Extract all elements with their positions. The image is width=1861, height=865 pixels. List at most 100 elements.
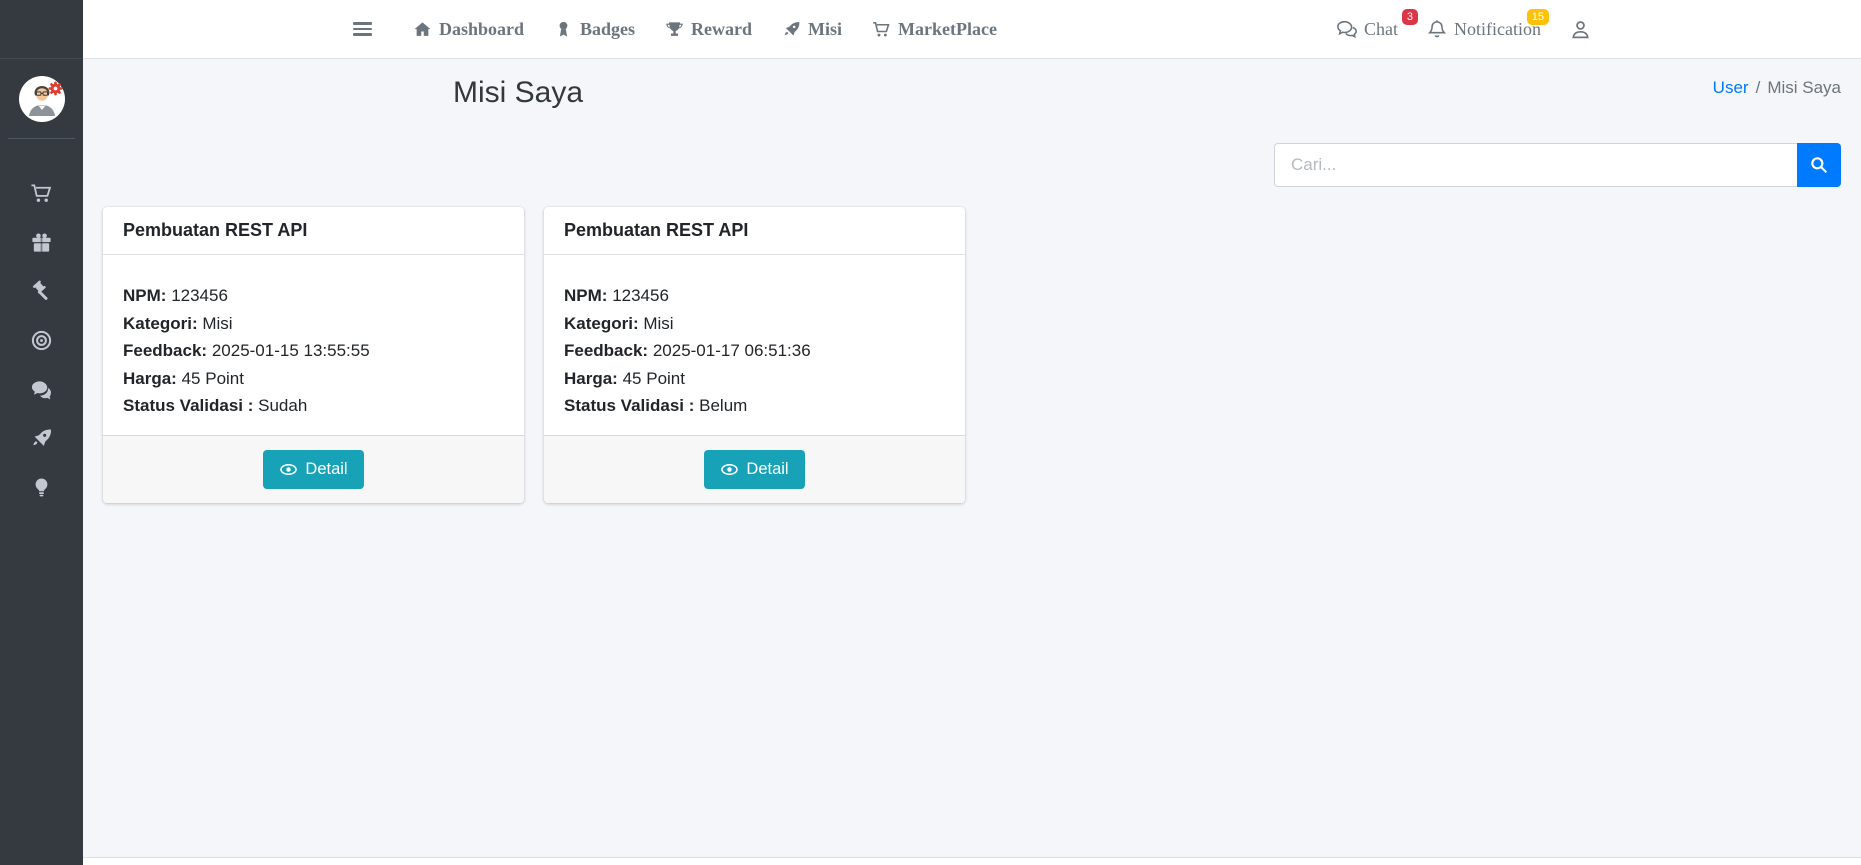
search-button[interactable] [1797,143,1841,187]
nav-item-reward[interactable]: Reward [650,19,767,40]
field-row: Harga: 45 Point [564,365,945,393]
detail-button[interactable]: Detail [704,450,804,489]
lightbulb-icon [30,476,53,499]
app-window: Dashboard Badges Reward [0,0,1861,865]
top-navbar: Dashboard Badges Reward [83,0,1861,59]
field-label: Kategori: [564,314,639,333]
field-row: Kategori: Misi [123,310,504,338]
field-label: NPM: [123,286,166,305]
card-footer: Detail [544,435,965,503]
ribbon-icon [554,20,573,39]
user-icon [1569,18,1592,41]
breadcrumb-link-user[interactable]: User [1713,78,1749,97]
field-label: Feedback: [123,341,207,360]
field-label: Feedback: [564,341,648,360]
field-value: Belum [699,396,747,415]
nav-item-label: MarketPlace [898,19,997,40]
mission-card: Pembuatan REST API NPM: 123456 Kategori:… [544,207,965,503]
field-value: 2025-01-17 06:51:36 [653,341,811,360]
chat-button[interactable]: Chat 3 [1322,18,1412,40]
nav-item-dashboard[interactable]: Dashboard [398,19,539,40]
sidebar-item-mission[interactable] [0,414,83,463]
detail-button[interactable]: Detail [263,450,363,489]
trophy-icon [665,20,684,39]
field-value: Misi [202,314,232,333]
field-value: Sudah [258,396,307,415]
card-title: Pembuatan REST API [564,220,945,241]
field-label: Harga: [564,369,618,388]
eye-icon [279,460,298,479]
field-value: Misi [643,314,673,333]
field-value: 45 Point [623,369,685,388]
search-icon [1809,155,1829,175]
field-row: NPM: 123456 [123,282,504,310]
nav-item-label: Dashboard [439,19,524,40]
nav-item-label: Badges [580,19,635,40]
notification-button[interactable]: Notification 15 [1412,18,1555,40]
comments-icon [30,378,53,401]
rocket-icon [782,20,801,39]
breadcrumb: User / Misi Saya [1713,78,1841,98]
detail-button-label: Detail [746,460,788,479]
card-body: NPM: 123456 Kategori: Misi Feedback: 202… [544,255,965,435]
page-title: Misi Saya [388,76,648,110]
page-footer [83,857,1861,865]
sidebar-user-panel [8,59,75,139]
cart-icon [30,182,53,205]
field-label: Status Validasi : [564,396,694,415]
sidebar-item-idea[interactable] [0,463,83,512]
field-label: NPM: [564,286,607,305]
eye-icon [720,460,739,479]
sidebar-item-gavel[interactable] [0,267,83,316]
card-header: Pembuatan REST API [103,207,524,255]
gift-icon [30,231,53,254]
sidebar-brand-area [0,0,83,59]
field-row: Feedback: 2025-01-15 13:55:55 [123,337,504,365]
nav-item-label: Reward [691,19,752,40]
breadcrumb-separator: / [1756,78,1761,97]
field-value: 2025-01-15 13:55:55 [212,341,370,360]
field-row: Status Validasi : Sudah [123,392,504,420]
field-value: 45 Point [182,369,244,388]
field-label: Status Validasi : [123,396,253,415]
search-input[interactable] [1274,143,1797,187]
notification-badge: 15 [1527,9,1549,25]
field-row: Kategori: Misi [564,310,945,338]
sidebar [0,0,83,865]
nav-item-badges[interactable]: Badges [539,19,650,40]
bell-icon [1426,18,1448,40]
hamburger-menu-button[interactable] [341,11,384,48]
nav-item-misi[interactable]: Misi [767,19,857,40]
user-menu-button[interactable] [1555,18,1606,41]
home-icon [413,20,432,39]
chat-label: Chat [1364,19,1398,40]
bullseye-icon [30,329,53,352]
field-value: 123456 [171,286,228,305]
card-footer: Detail [103,435,524,503]
sidebar-item-chat[interactable] [0,365,83,414]
search-bar [1274,143,1841,187]
cart-icon [872,20,891,39]
field-value: 123456 [612,286,669,305]
sidebar-item-marketplace[interactable] [0,169,83,218]
rocket-icon [30,427,53,450]
navbar-menu: Dashboard Badges Reward [398,19,1012,40]
field-label: Harga: [123,369,177,388]
sidebar-item-gift[interactable] [0,218,83,267]
nav-item-label: Misi [808,19,842,40]
mission-cards: Pembuatan REST API NPM: 123456 Kategori:… [103,207,965,503]
main-content: Misi Saya User / Misi Saya Pembuatan REST … [83,59,1861,865]
field-label: Kategori: [123,314,198,333]
mission-card: Pembuatan REST API NPM: 123456 Kategori:… [103,207,524,503]
gavel-icon [30,280,53,303]
field-row: NPM: 123456 [564,282,945,310]
card-header: Pembuatan REST API [544,207,965,255]
breadcrumb-current: Misi Saya [1767,78,1841,97]
chat-icon [1336,18,1358,40]
field-row: Feedback: 2025-01-17 06:51:36 [564,337,945,365]
field-row: Status Validasi : Belum [564,392,945,420]
detail-button-label: Detail [305,460,347,479]
sidebar-item-target[interactable] [0,316,83,365]
avatar[interactable] [19,76,65,122]
nav-item-marketplace[interactable]: MarketPlace [857,19,1012,40]
